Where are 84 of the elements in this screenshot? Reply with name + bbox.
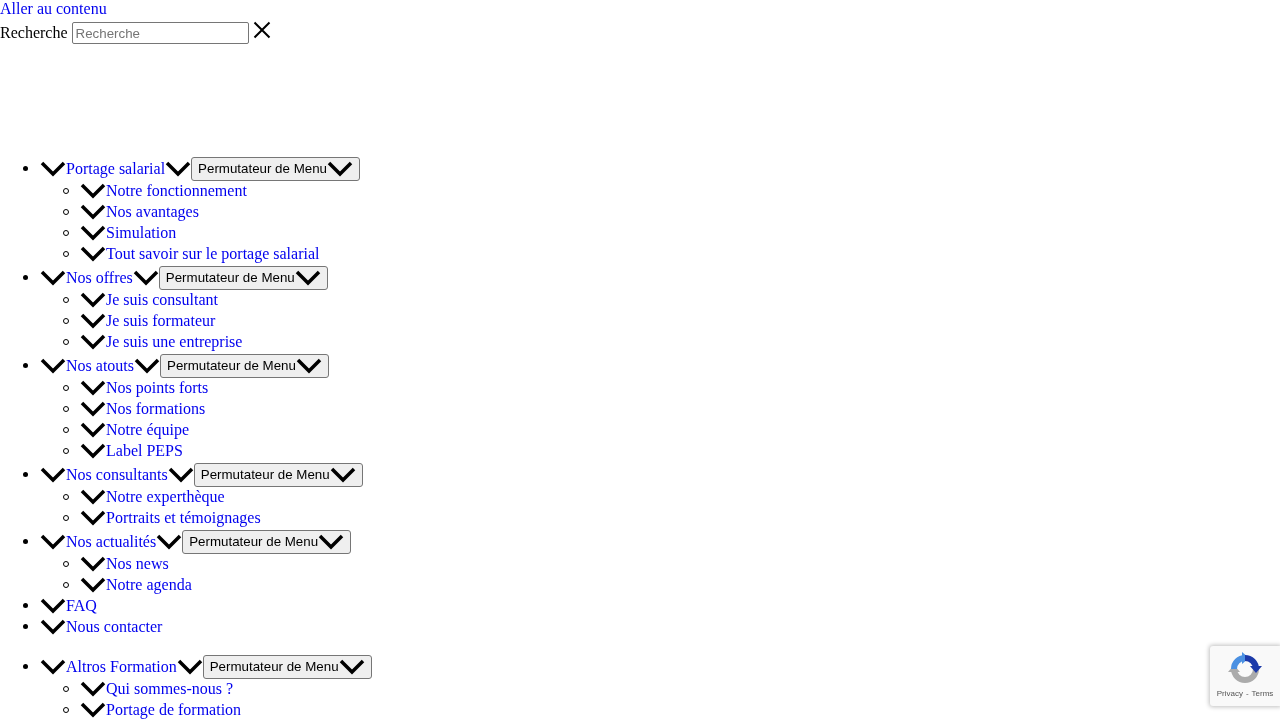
circular-arrows-logo — [1228, 652, 1262, 686]
chevron-down-icon — [40, 269, 66, 286]
menu-link[interactable]: Nos actualités — [66, 531, 157, 552]
chevron-down-icon — [80, 701, 106, 718]
chevron-down-icon — [156, 533, 183, 550]
chevron-down-icon — [329, 466, 356, 483]
bullet-icon — [23, 539, 28, 544]
submenu-link[interactable]: Nos formations — [106, 398, 206, 419]
bullet-icon — [23, 166, 28, 171]
chevron-down-icon — [80, 224, 106, 241]
chevron-down-icon — [40, 466, 66, 483]
chevron-down-icon — [80, 421, 106, 438]
menu-link[interactable]: Portage salarial — [66, 158, 166, 179]
search-label: Recherche — [0, 23, 68, 43]
submenu-link[interactable]: Nos avantages — [106, 201, 199, 222]
submenu-link[interactable]: Nos points forts — [106, 377, 209, 398]
chevron-down-icon — [80, 442, 106, 459]
submenu-link[interactable]: Notre experthèque — [106, 486, 225, 507]
menu-link[interactable]: Nos offres — [66, 267, 133, 288]
submenu-link[interactable]: Tout savoir sur le portage salarial — [106, 243, 320, 264]
chevron-down-icon — [80, 576, 106, 593]
bullet-icon — [23, 603, 28, 608]
chevron-down-icon — [80, 203, 106, 220]
chevron-down-icon — [80, 555, 106, 572]
chevron-down-icon — [80, 245, 106, 262]
menu-link[interactable]: Altros Formation — [66, 656, 177, 677]
submenu-link[interactable]: Notre équipe — [106, 419, 190, 440]
menu-link[interactable]: Nos atouts — [66, 355, 134, 376]
chevron-down-icon — [294, 269, 321, 286]
chevron-down-icon — [134, 357, 160, 374]
submenu-link[interactable]: Je suis consultant — [106, 289, 218, 310]
chevron-down-icon — [132, 269, 159, 286]
chevron-down-icon — [80, 509, 106, 526]
menu-link[interactable]: FAQ — [66, 595, 97, 616]
chevron-down-icon — [40, 533, 66, 550]
chevron-down-icon — [40, 597, 66, 614]
chevron-down-icon — [80, 400, 106, 417]
submenu-link[interactable]: Nos news — [106, 553, 169, 574]
bullet-icon — [23, 363, 28, 368]
chevron-down-icon — [40, 618, 66, 635]
chevron-down-icon — [80, 488, 106, 505]
chevron-down-icon — [80, 312, 106, 329]
menu-link[interactable]: Nos consultants — [66, 464, 168, 485]
submenu-link[interactable]: Notre fonctionnement — [106, 180, 247, 201]
chevron-down-icon — [167, 466, 194, 483]
chevron-down-icon — [40, 658, 66, 675]
submenu-link[interactable]: Simulation — [106, 222, 177, 243]
terms-link[interactable]: Terms — [1251, 689, 1274, 699]
chevron-down-icon — [295, 357, 322, 374]
submenu-link[interactable]: Qui sommes-nous ? — [106, 678, 234, 699]
search-field[interactable]: Recherche — [71, 22, 249, 44]
menu-toggle-button[interactable]: Permutateur de Menu — [193, 462, 363, 487]
submenu-link[interactable]: Notre agenda — [106, 574, 192, 595]
chevron-down-icon — [80, 182, 106, 199]
chevron-down-icon — [40, 357, 66, 374]
bullet-icon — [23, 624, 28, 629]
submenu-link[interactable]: Portage de formation — [106, 699, 242, 720]
menu-toggle-button[interactable]: Permutateur de Menu — [182, 529, 352, 554]
chevron-down-icon — [176, 658, 203, 675]
chevron-down-icon — [80, 680, 106, 697]
menu-toggle-button[interactable]: Permutateur de Menu — [160, 353, 329, 378]
submenu-link[interactable]: Je suis une entreprise — [106, 331, 243, 352]
bullet-icon — [23, 275, 28, 280]
privacy-link[interactable]: Privacy — [1216, 689, 1243, 699]
menu-toggle-button[interactable]: Permutateur de Menu — [158, 265, 328, 290]
chevron-down-icon — [40, 160, 66, 177]
chevron-down-icon — [327, 160, 353, 177]
submenu-link[interactable]: Portraits et témoignages — [106, 507, 261, 528]
close-icon[interactable] — [252, 21, 271, 39]
submenu-link[interactable]: Je suis formateur — [106, 310, 216, 331]
chevron-down-icon — [80, 291, 106, 308]
menu-link[interactable]: Nous contacter — [66, 616, 163, 637]
chevron-down-icon — [165, 160, 192, 177]
skip-link[interactable]: Aller au contenu — [0, 0, 107, 18]
chevron-down-icon — [318, 533, 345, 550]
submenu-link[interactable]: Label PEPS — [106, 440, 183, 461]
bullet-icon — [23, 664, 28, 669]
link-separator: - — [1245, 689, 1249, 699]
menu-toggle-button[interactable]: Permutateur de Menu — [191, 156, 360, 181]
bullet-icon — [23, 472, 28, 477]
menu-toggle-button[interactable]: Permutateur de Menu — [202, 654, 372, 679]
chevron-down-icon — [80, 333, 106, 350]
chevron-down-icon — [80, 379, 106, 396]
chevron-down-icon — [338, 658, 365, 675]
